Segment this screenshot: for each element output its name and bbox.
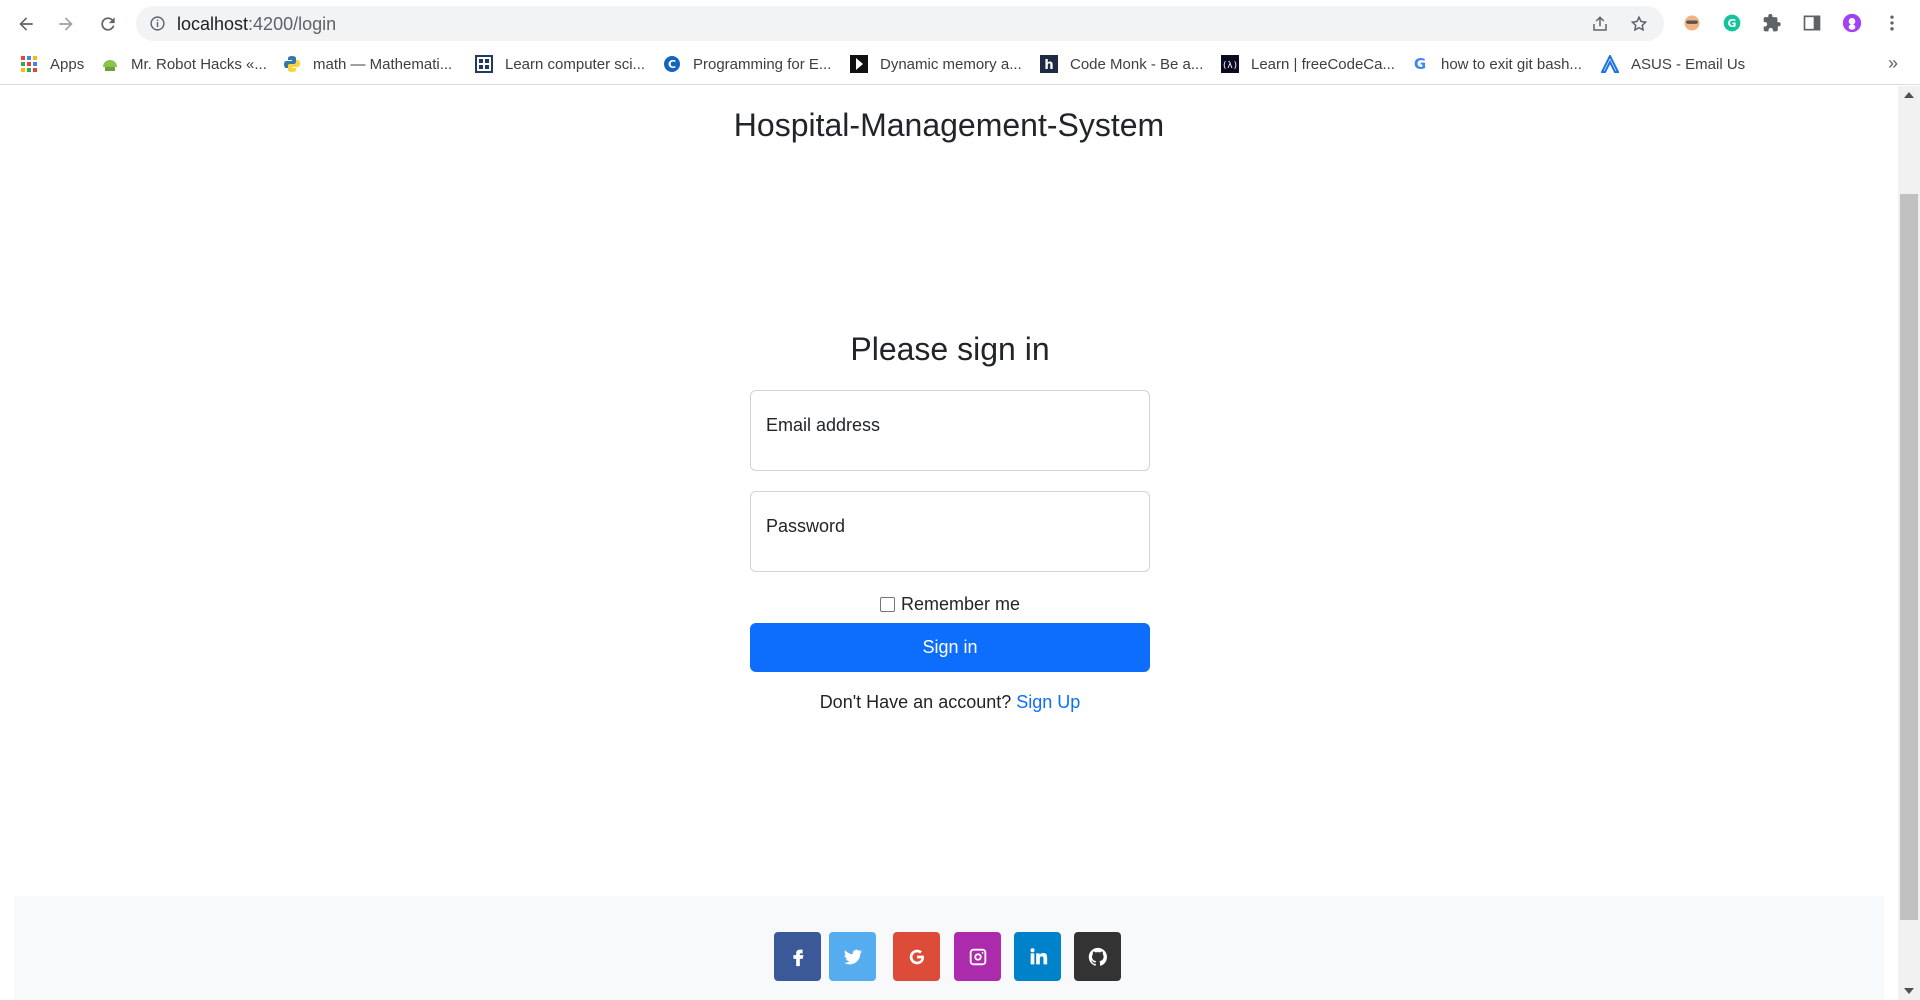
signin-heading: Please sign in [850,331,1050,367]
extension-avatar-icon[interactable] [1680,11,1704,35]
signin-form: Please sign in Email address Password Re… [750,331,1150,713]
google-icon [909,949,924,964]
address-bar[interactable]: localhost:4200/login [136,6,1664,41]
facebook-button[interactable] [774,932,821,981]
svg-text:h: h [1044,58,1053,73]
bookmark-dynamic-memory[interactable]: Dynamic memory a... [850,47,1022,81]
sign-up-link[interactable]: Sign Up [1016,692,1080,712]
bookmark-freecodecamp[interactable]: (λ) Learn | freeCodeCa... [1221,47,1395,81]
python-icon [283,55,301,73]
c-icon: C [663,55,681,73]
remember-me-row: Remember me [750,594,1150,615]
back-button[interactable] [12,10,40,38]
bookmark-label: Learn | freeCodeCa... [1251,55,1395,73]
svg-text:C: C [668,58,676,71]
remember-me-checkbox[interactable] [879,597,895,612]
bookmark-programming[interactable]: C Programming for E... [663,47,831,81]
reload-button[interactable] [94,10,122,38]
scroll-down-arrow-icon[interactable] [1904,988,1914,994]
share-icon[interactable] [1591,15,1609,33]
bookmark-apps[interactable]: Apps [20,47,84,81]
instagram-button[interactable] [954,932,1001,981]
android-icon [101,55,119,73]
svg-text:G: G [1728,17,1737,30]
bookmark-git-bash[interactable]: G how to exit git bash... [1411,47,1582,81]
google-button[interactable] [893,932,940,981]
more-bookmarks-button[interactable]: » [1888,53,1898,74]
github-icon [1088,947,1107,966]
back-arrow-icon [19,17,33,31]
linkedin-icon [1029,947,1047,964]
twitter-button[interactable] [829,932,876,981]
svg-text:G: G [1414,55,1426,73]
svg-text:(λ): (λ) [1222,61,1238,71]
email-placeholder: Email address [766,415,881,435]
vertical-scrollbar[interactable] [1898,86,1920,1000]
footer [14,896,1884,1000]
instagram-icon [969,948,986,965]
forward-arrow-icon [59,17,73,31]
password-field[interactable]: Password [750,491,1150,572]
facebook-icon [792,949,803,966]
extensions-puzzle-icon[interactable] [1760,11,1784,35]
bookmark-label: Apps [50,55,85,73]
side-panel-icon[interactable] [1800,11,1824,35]
play-icon [850,55,868,73]
bookmark-math[interactable]: math — Mathemati... [283,47,452,81]
sign-in-button[interactable]: Sign in [750,623,1150,672]
bookmark-label: Mr. Robot Hacks «... [131,55,267,73]
reload-icon [101,17,115,31]
scroll-up-arrow-icon[interactable] [1904,92,1914,98]
bookmark-star-icon[interactable] [1630,15,1648,33]
bookmark-label: Dynamic memory a... [880,55,1022,73]
password-placeholder: Password [766,516,846,536]
forward-button[interactable] [52,10,80,38]
apps-grid-icon [20,55,38,73]
bookmark-label: how to exit git bash... [1441,55,1582,73]
url-text[interactable]: localhost:4200/login [177,14,336,35]
grid-icon [475,55,493,73]
github-button[interactable] [1074,932,1121,981]
bookmark-mr-robot[interactable]: Mr. Robot Hacks «... [101,47,267,81]
remember-me-label[interactable]: Remember me [901,594,1020,615]
bookmark-code-monk[interactable]: h Code Monk - Be a... [1040,47,1203,81]
scrollbar-thumb[interactable] [1900,194,1918,920]
profile-avatar-icon[interactable] [1840,11,1864,35]
bookmarks-bar: Apps Mr. Robot Hacks «... math — Mathema… [0,47,1920,85]
page-viewport: Hospital-Management-System Please sign i… [0,86,1898,1000]
browser-menu-icon[interactable] [1880,11,1904,35]
h-icon: h [1040,55,1058,73]
grammarly-icon[interactable]: G [1720,11,1744,35]
twitter-icon [843,949,862,964]
bookmark-label: Programming for E... [693,55,832,73]
bookmark-label: ASUS - Email Us [1631,55,1746,73]
signup-line: Don't Have an account? Sign Up [750,692,1150,713]
bookmark-asus[interactable]: ASUS - Email Us [1601,47,1745,81]
bookmark-label: Code Monk - Be a... [1070,55,1204,73]
bookmark-learn-cs[interactable]: Learn computer sci... [475,47,645,81]
bookmark-label: Learn computer sci... [505,55,646,73]
signup-prompt: Don't Have an account? [819,692,1012,712]
bookmark-label: math — Mathemati... [313,55,453,73]
fcc-icon: (λ) [1221,55,1239,73]
site-info-icon[interactable] [149,15,166,32]
app-brand-title[interactable]: Hospital-Management-System [0,107,1898,144]
asus-icon [1601,55,1619,73]
email-field[interactable]: Email address [750,390,1150,471]
browser-toolbar: localhost:4200/login G [0,0,1920,47]
linkedin-button[interactable] [1014,932,1061,981]
google-icon: G [1411,55,1429,73]
